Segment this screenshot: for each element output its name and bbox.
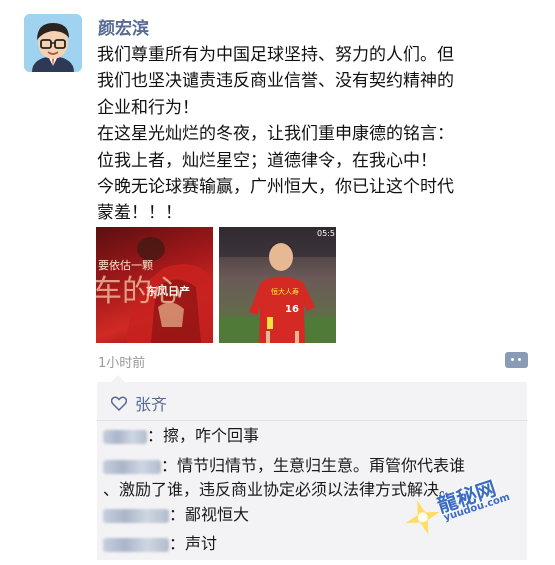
heart-outline-icon <box>111 396 127 411</box>
post-line: 蒙羞！！！ <box>97 203 182 224</box>
comment-text: ：鄙视恒大 <box>169 505 250 524</box>
post-line: 位我上者，灿烂星空；道德律令，在我心中！ <box>97 150 437 171</box>
comment-author-blurred[interactable] <box>103 537 169 552</box>
comment-text: ：情节归情节，生意归生意。甭管你代表谁 <box>161 456 466 475</box>
post-line: 在这星光灿烂的冬夜，让我们重申康德的铭言： <box>97 124 454 145</box>
photo-1-illustration: 要依估一颗 东风日产 车的心 <box>96 237 213 343</box>
photo-2-illustration: 05:5 恒大人寿 16 <box>219 227 336 343</box>
more-dots-icon[interactable] <box>505 352 528 368</box>
divider <box>97 420 527 421</box>
comment-author-blurred[interactable] <box>103 459 161 474</box>
avatar-illustration <box>24 14 82 72</box>
liker-name[interactable]: 张齐 <box>135 391 167 415</box>
comment-text: ：声讨 <box>169 534 218 553</box>
author-avatar[interactable] <box>24 14 82 72</box>
dot <box>511 358 514 361</box>
author-name[interactable]: 颜宏滨 <box>98 14 149 39</box>
post-line: 我们尊重所有为中国足球坚持、努力的人们。但 <box>97 45 454 65</box>
post-photo-1[interactable]: 要依估一颗 东风日产 车的心 <box>96 227 213 343</box>
comments-panel: 张齐 ：擦，咋个回事 ：情节归情节，生意归生意。甭管你代表谁 、激励了谁，违反商… <box>97 375 527 560</box>
match-timer: 05:5 <box>317 229 335 238</box>
comment-text: ：擦，咋个回事 <box>147 426 260 445</box>
post-line: 我们也坚决谴责违反商业信誉、没有契约精神的 <box>97 71 454 92</box>
likes-row: 张齐 <box>111 391 167 415</box>
post-timestamp: 1小时前 <box>98 356 146 371</box>
post-line: 企业和行为！ <box>97 97 199 118</box>
comment-item[interactable]: ：擦，咋个回事 <box>103 424 513 448</box>
post-photo-2[interactable]: 05:5 恒大人寿 16 <box>219 227 336 343</box>
jersey-sponsor: 恒大人寿 <box>271 287 299 296</box>
post-text: 我们尊重所有为中国足球坚持、努力的人们。但 我们也坚决谴责违反商业信誉、没有契约… <box>97 42 537 227</box>
comment-item[interactable]: ：声讨 <box>103 532 513 556</box>
photo-1-caption: 要依估一颗 <box>98 259 153 272</box>
photo-1-slogan: 车的心 <box>96 274 182 309</box>
post-line: 今晚无论球赛输赢，广州恒大，你已让这个时代 <box>97 177 454 198</box>
comment-author-blurred[interactable] <box>103 429 147 444</box>
dot <box>518 358 521 361</box>
jersey-number: 16 <box>285 304 299 315</box>
comment-author-blurred[interactable] <box>103 508 169 523</box>
